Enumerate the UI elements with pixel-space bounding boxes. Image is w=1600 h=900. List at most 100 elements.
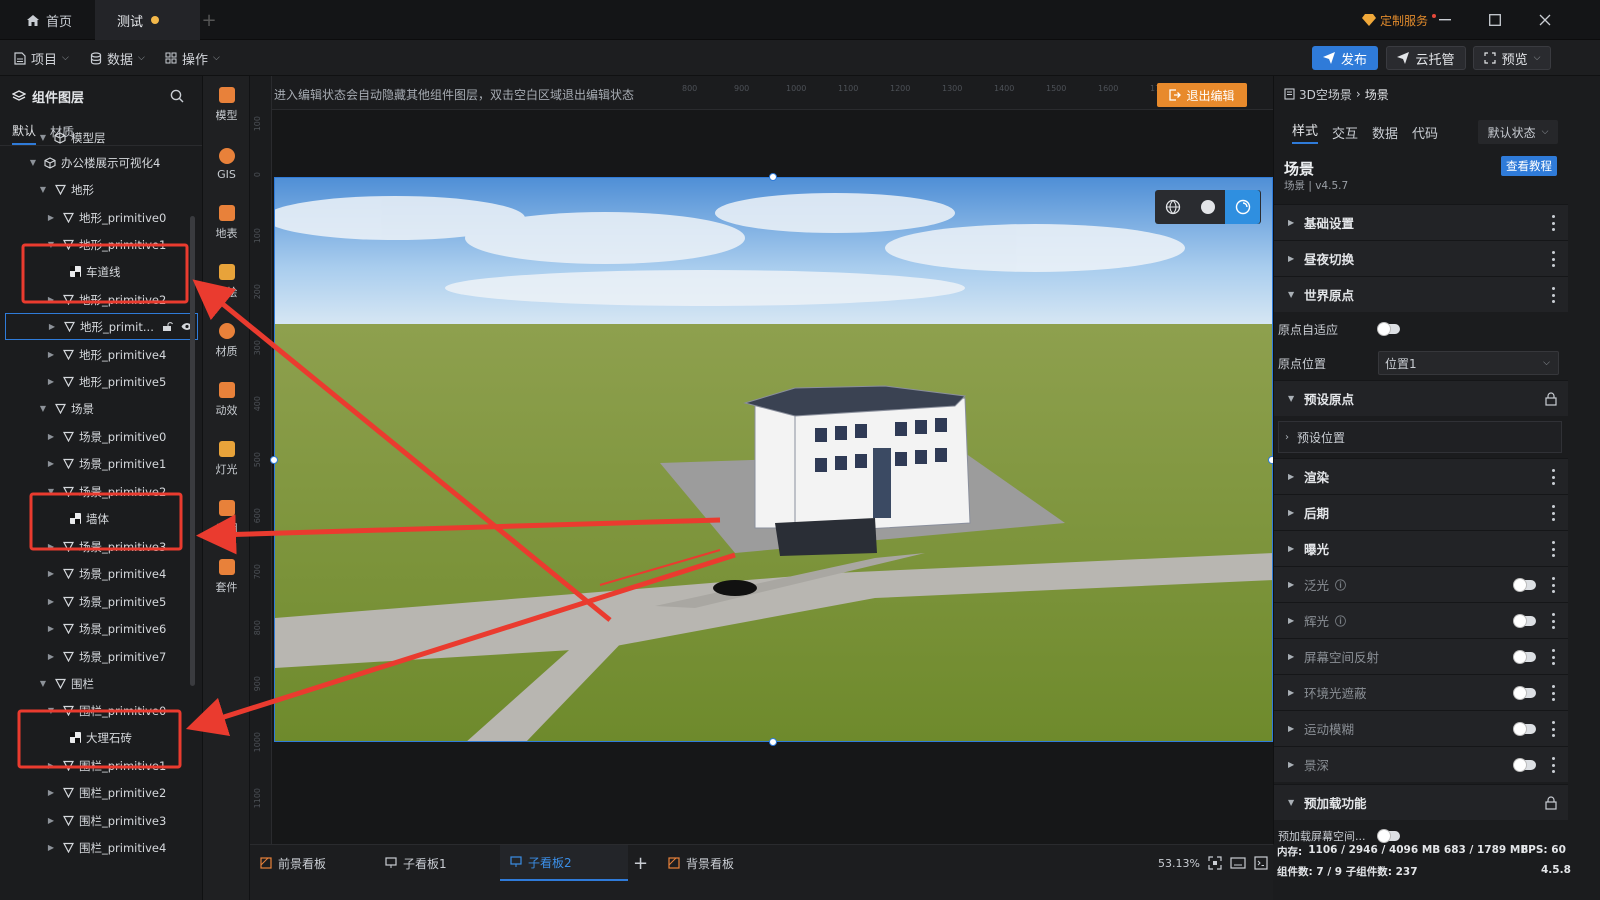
- dof-toggle[interactable]: [1514, 759, 1536, 771]
- layer-item[interactable]: ▶ 围栏_primitive3: [0, 807, 192, 834]
- chevron-right-icon[interactable]: ▶: [46, 816, 56, 825]
- chevron-right-icon[interactable]: ▶: [46, 761, 56, 770]
- minimize-button[interactable]: [1420, 0, 1470, 40]
- add-tab-button[interactable]: +: [198, 0, 220, 40]
- fit-screen-icon[interactable]: [1208, 856, 1222, 870]
- chevron-right-icon[interactable]: ▶: [46, 652, 56, 661]
- material-item[interactable]: 大理石砖: [0, 724, 192, 751]
- section-preload[interactable]: ▼ 预加载功能: [1274, 784, 1568, 820]
- origin-position-select[interactable]: 位置1 ⌵: [1378, 351, 1559, 375]
- rail-item[interactable]: 模型: [203, 76, 250, 134]
- bloom-toggle[interactable]: [1514, 579, 1536, 591]
- exit-edit-button[interactable]: 退出编辑: [1157, 83, 1247, 107]
- more-icon[interactable]: [1551, 251, 1555, 267]
- terminal-icon[interactable]: [1254, 856, 1268, 870]
- tab-style[interactable]: 样式: [1292, 120, 1319, 144]
- layer-item[interactable]: ▶ 场景_primitive3: [0, 533, 192, 560]
- section-day-night[interactable]: ▶ 昼夜切换: [1274, 240, 1568, 276]
- section-exposure[interactable]: ▶ 曝光: [1274, 530, 1568, 566]
- maximize-button[interactable]: [1470, 0, 1520, 40]
- more-icon[interactable]: [1551, 505, 1555, 521]
- section-preset-origin[interactable]: ▼ 预设原点: [1274, 380, 1568, 416]
- globe-view-button[interactable]: [1155, 190, 1190, 224]
- chevron-right-icon[interactable]: ▶: [47, 322, 57, 331]
- layer-item[interactable]: ▼ 模型层: [0, 124, 192, 151]
- resize-handle-left[interactable]: [270, 456, 278, 464]
- breadcrumb-item[interactable]: 3D空场景: [1299, 86, 1352, 103]
- chevron-right-icon[interactable]: ▶: [46, 295, 56, 304]
- tab-data[interactable]: 数据: [1372, 123, 1398, 142]
- solid-view-button[interactable]: [1190, 190, 1225, 224]
- preset-position-row[interactable]: › 预设位置: [1278, 421, 1562, 453]
- more-icon[interactable]: [1551, 721, 1555, 737]
- chevron-down-icon[interactable]: ▼: [38, 404, 48, 413]
- section-glow[interactable]: ▶ 辉光 ⓘ: [1274, 602, 1568, 638]
- layer-item[interactable]: ▶ 场景_primitive0: [0, 423, 192, 450]
- section-ao[interactable]: ▶ 环境光遮蔽: [1274, 674, 1568, 710]
- section-render[interactable]: ▶ 渲染: [1274, 458, 1568, 494]
- preload-screen-toggle[interactable]: [1378, 830, 1400, 842]
- layer-item[interactable]: ▶ 地形_primitive2: [0, 286, 192, 313]
- rail-item[interactable]: 套件: [203, 548, 250, 606]
- rail-item[interactable]: 材质: [203, 312, 250, 370]
- section-bloom[interactable]: ▶ 泛光 ⓘ: [1274, 566, 1568, 602]
- chevron-down-icon[interactable]: ▼: [46, 487, 56, 496]
- state-select[interactable]: 默认状态 ⌵: [1478, 120, 1558, 144]
- glow-toggle[interactable]: [1514, 615, 1536, 627]
- rail-item[interactable]: 灯光: [203, 430, 250, 488]
- chevron-down-icon[interactable]: ▼: [38, 185, 48, 194]
- chevron-down-icon[interactable]: ▼: [38, 679, 48, 688]
- board-tab-foreground[interactable]: 前景看板: [260, 845, 326, 881]
- more-icon[interactable]: [1551, 685, 1555, 701]
- layer-item[interactable]: ▶ 场景_primitive5: [0, 588, 192, 615]
- chevron-right-icon[interactable]: ▶: [46, 459, 56, 468]
- section-world-origin[interactable]: ▼ 世界原点: [1274, 276, 1568, 312]
- rail-item[interactable]: 地表: [203, 194, 250, 252]
- section-post[interactable]: ▶ 后期: [1274, 494, 1568, 530]
- chevron-right-icon[interactable]: ▶: [46, 597, 56, 606]
- tab-code[interactable]: 代码: [1412, 123, 1438, 142]
- layer-item[interactable]: ▼ 场景: [0, 395, 192, 422]
- editor-canvas[interactable]: 80090010001100120013001400150016001700 1…: [250, 76, 1273, 844]
- tab-interaction[interactable]: 交互: [1332, 123, 1358, 142]
- chevron-right-icon[interactable]: ▶: [46, 213, 56, 222]
- ssr-toggle[interactable]: [1514, 651, 1536, 663]
- resize-handle-top[interactable]: [769, 173, 777, 181]
- layer-item[interactable]: ▼ 地形: [0, 176, 192, 203]
- tutorial-button[interactable]: 查看教程: [1501, 156, 1557, 176]
- section-motion-blur[interactable]: ▶ 运动模糊: [1274, 710, 1568, 746]
- help-icon[interactable]: ⓘ: [1335, 577, 1346, 593]
- chevron-right-icon[interactable]: ▶: [46, 569, 56, 578]
- rail-item[interactable]: GIS: [203, 135, 250, 193]
- chevron-down-icon[interactable]: ▼: [38, 133, 48, 142]
- layer-item[interactable]: ▶ 围栏_primitive2: [0, 779, 192, 806]
- chevron-right-icon[interactable]: ▶: [46, 542, 56, 551]
- section-dof[interactable]: ▶ 景深: [1274, 746, 1568, 782]
- chevron-right-icon[interactable]: ▶: [46, 377, 56, 386]
- layer-item[interactable]: ▼ 围栏: [0, 670, 192, 697]
- resize-handle-bottom[interactable]: [769, 738, 777, 746]
- layer-item[interactable]: ▶ 围栏_primitive1: [0, 752, 192, 779]
- layer-item[interactable]: ▼ 办公楼展示可视化4: [0, 149, 192, 176]
- publish-button[interactable]: 发布: [1312, 46, 1378, 70]
- motion-blur-toggle[interactable]: [1514, 723, 1536, 735]
- layer-item[interactable]: ▼ 场景_primitive2: [0, 478, 192, 505]
- scene-viewport[interactable]: [274, 177, 1273, 742]
- material-item[interactable]: 墙体: [0, 505, 192, 532]
- chevron-right-icon[interactable]: ▶: [46, 788, 56, 797]
- more-icon[interactable]: [1551, 613, 1555, 629]
- chevron-right-icon[interactable]: ▶: [46, 432, 56, 441]
- tab-home[interactable]: 首页: [0, 0, 95, 40]
- rail-item[interactable]: 动效: [203, 371, 250, 429]
- more-icon[interactable]: [1551, 541, 1555, 557]
- chevron-right-icon[interactable]: ▶: [46, 843, 56, 852]
- layer-item[interactable]: ▶ 场景_primitive6: [0, 615, 192, 642]
- more-icon[interactable]: [1551, 577, 1555, 593]
- layer-item[interactable]: ▶ 地形_primitive4: [0, 341, 192, 368]
- tab-test[interactable]: 测试: [95, 0, 200, 40]
- preview-button[interactable]: 预览 ⌵: [1473, 46, 1551, 70]
- rail-item[interactable]: 标绘: [203, 253, 250, 311]
- layer-item[interactable]: ▼ 围栏_primitive0: [0, 697, 192, 724]
- menu-operate[interactable]: 操作 ⌵: [165, 40, 220, 76]
- menu-data[interactable]: 数据 ⌵: [90, 40, 145, 76]
